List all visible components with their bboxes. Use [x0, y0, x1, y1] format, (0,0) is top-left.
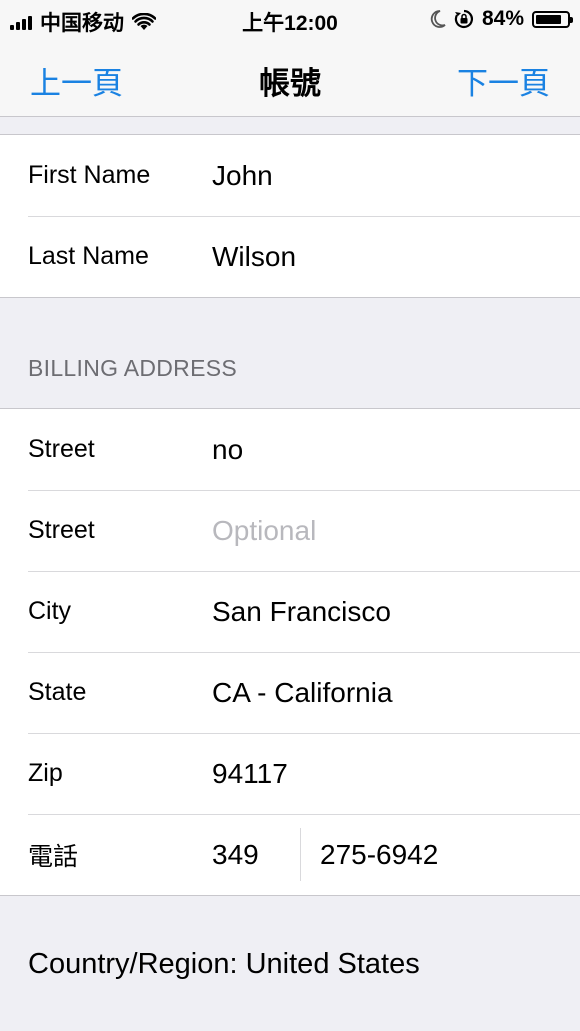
street1-field[interactable]: no: [212, 434, 243, 466]
rotation-lock-icon: [454, 9, 473, 29]
state-field[interactable]: CA - California: [212, 677, 393, 709]
top-spacer: [0, 117, 580, 134]
billing-header-text: BILLING ADDRESS: [28, 355, 238, 381]
city-field[interactable]: San Francisco: [212, 596, 391, 628]
phone-label: 電話: [28, 842, 79, 871]
billing-group: Street no Street Optional City San Franc…: [0, 408, 580, 896]
street2-row[interactable]: Street Optional: [0, 490, 580, 571]
battery-percent: 84%: [481, 7, 524, 30]
phone-row[interactable]: 電話 349 275-6942: [0, 814, 580, 895]
first-name-row[interactable]: First Name John: [0, 135, 580, 216]
first-name-field[interactable]: John: [212, 160, 273, 192]
phone-number-field[interactable]: 275-6942: [320, 839, 438, 871]
phone-area-code-field[interactable]: 349: [212, 839, 259, 871]
street2-field[interactable]: Optional: [212, 515, 316, 547]
last-name-label: Last Name: [28, 242, 149, 270]
name-group: First Name John Last Name Wilson: [0, 134, 580, 298]
next-page-button[interactable]: 下一頁: [457, 58, 550, 103]
country-region-row[interactable]: Country/Region: United States: [0, 896, 580, 1031]
state-row[interactable]: State CA - California: [0, 652, 580, 733]
state-label: State: [28, 678, 87, 706]
phone-divider: [300, 828, 301, 881]
moon-icon: [430, 10, 446, 28]
street2-label: Street: [28, 516, 95, 544]
last-name-row[interactable]: Last Name Wilson: [0, 216, 580, 297]
navigation-bar: 上一頁 帳號 下一頁: [0, 38, 580, 117]
status-bar: 中国移动 上午12:00 84%: [0, 0, 580, 38]
last-name-field[interactable]: Wilson: [212, 241, 296, 273]
zip-row[interactable]: Zip 94117: [0, 733, 580, 814]
battery-icon: [532, 10, 573, 28]
country-region-text: Country/Region: United States: [28, 948, 420, 980]
city-label: City: [28, 597, 72, 625]
status-right: 84%: [430, 7, 573, 31]
zip-label: Zip: [28, 759, 63, 787]
zip-field[interactable]: 94117: [212, 758, 288, 790]
battery-fill: [536, 14, 561, 24]
street1-label: Street: [28, 435, 95, 463]
billing-section-header: BILLING ADDRESS: [0, 298, 580, 408]
city-row[interactable]: City San Francisco: [0, 571, 580, 652]
first-name-label: First Name: [28, 161, 151, 189]
street1-row[interactable]: Street no: [0, 409, 580, 490]
